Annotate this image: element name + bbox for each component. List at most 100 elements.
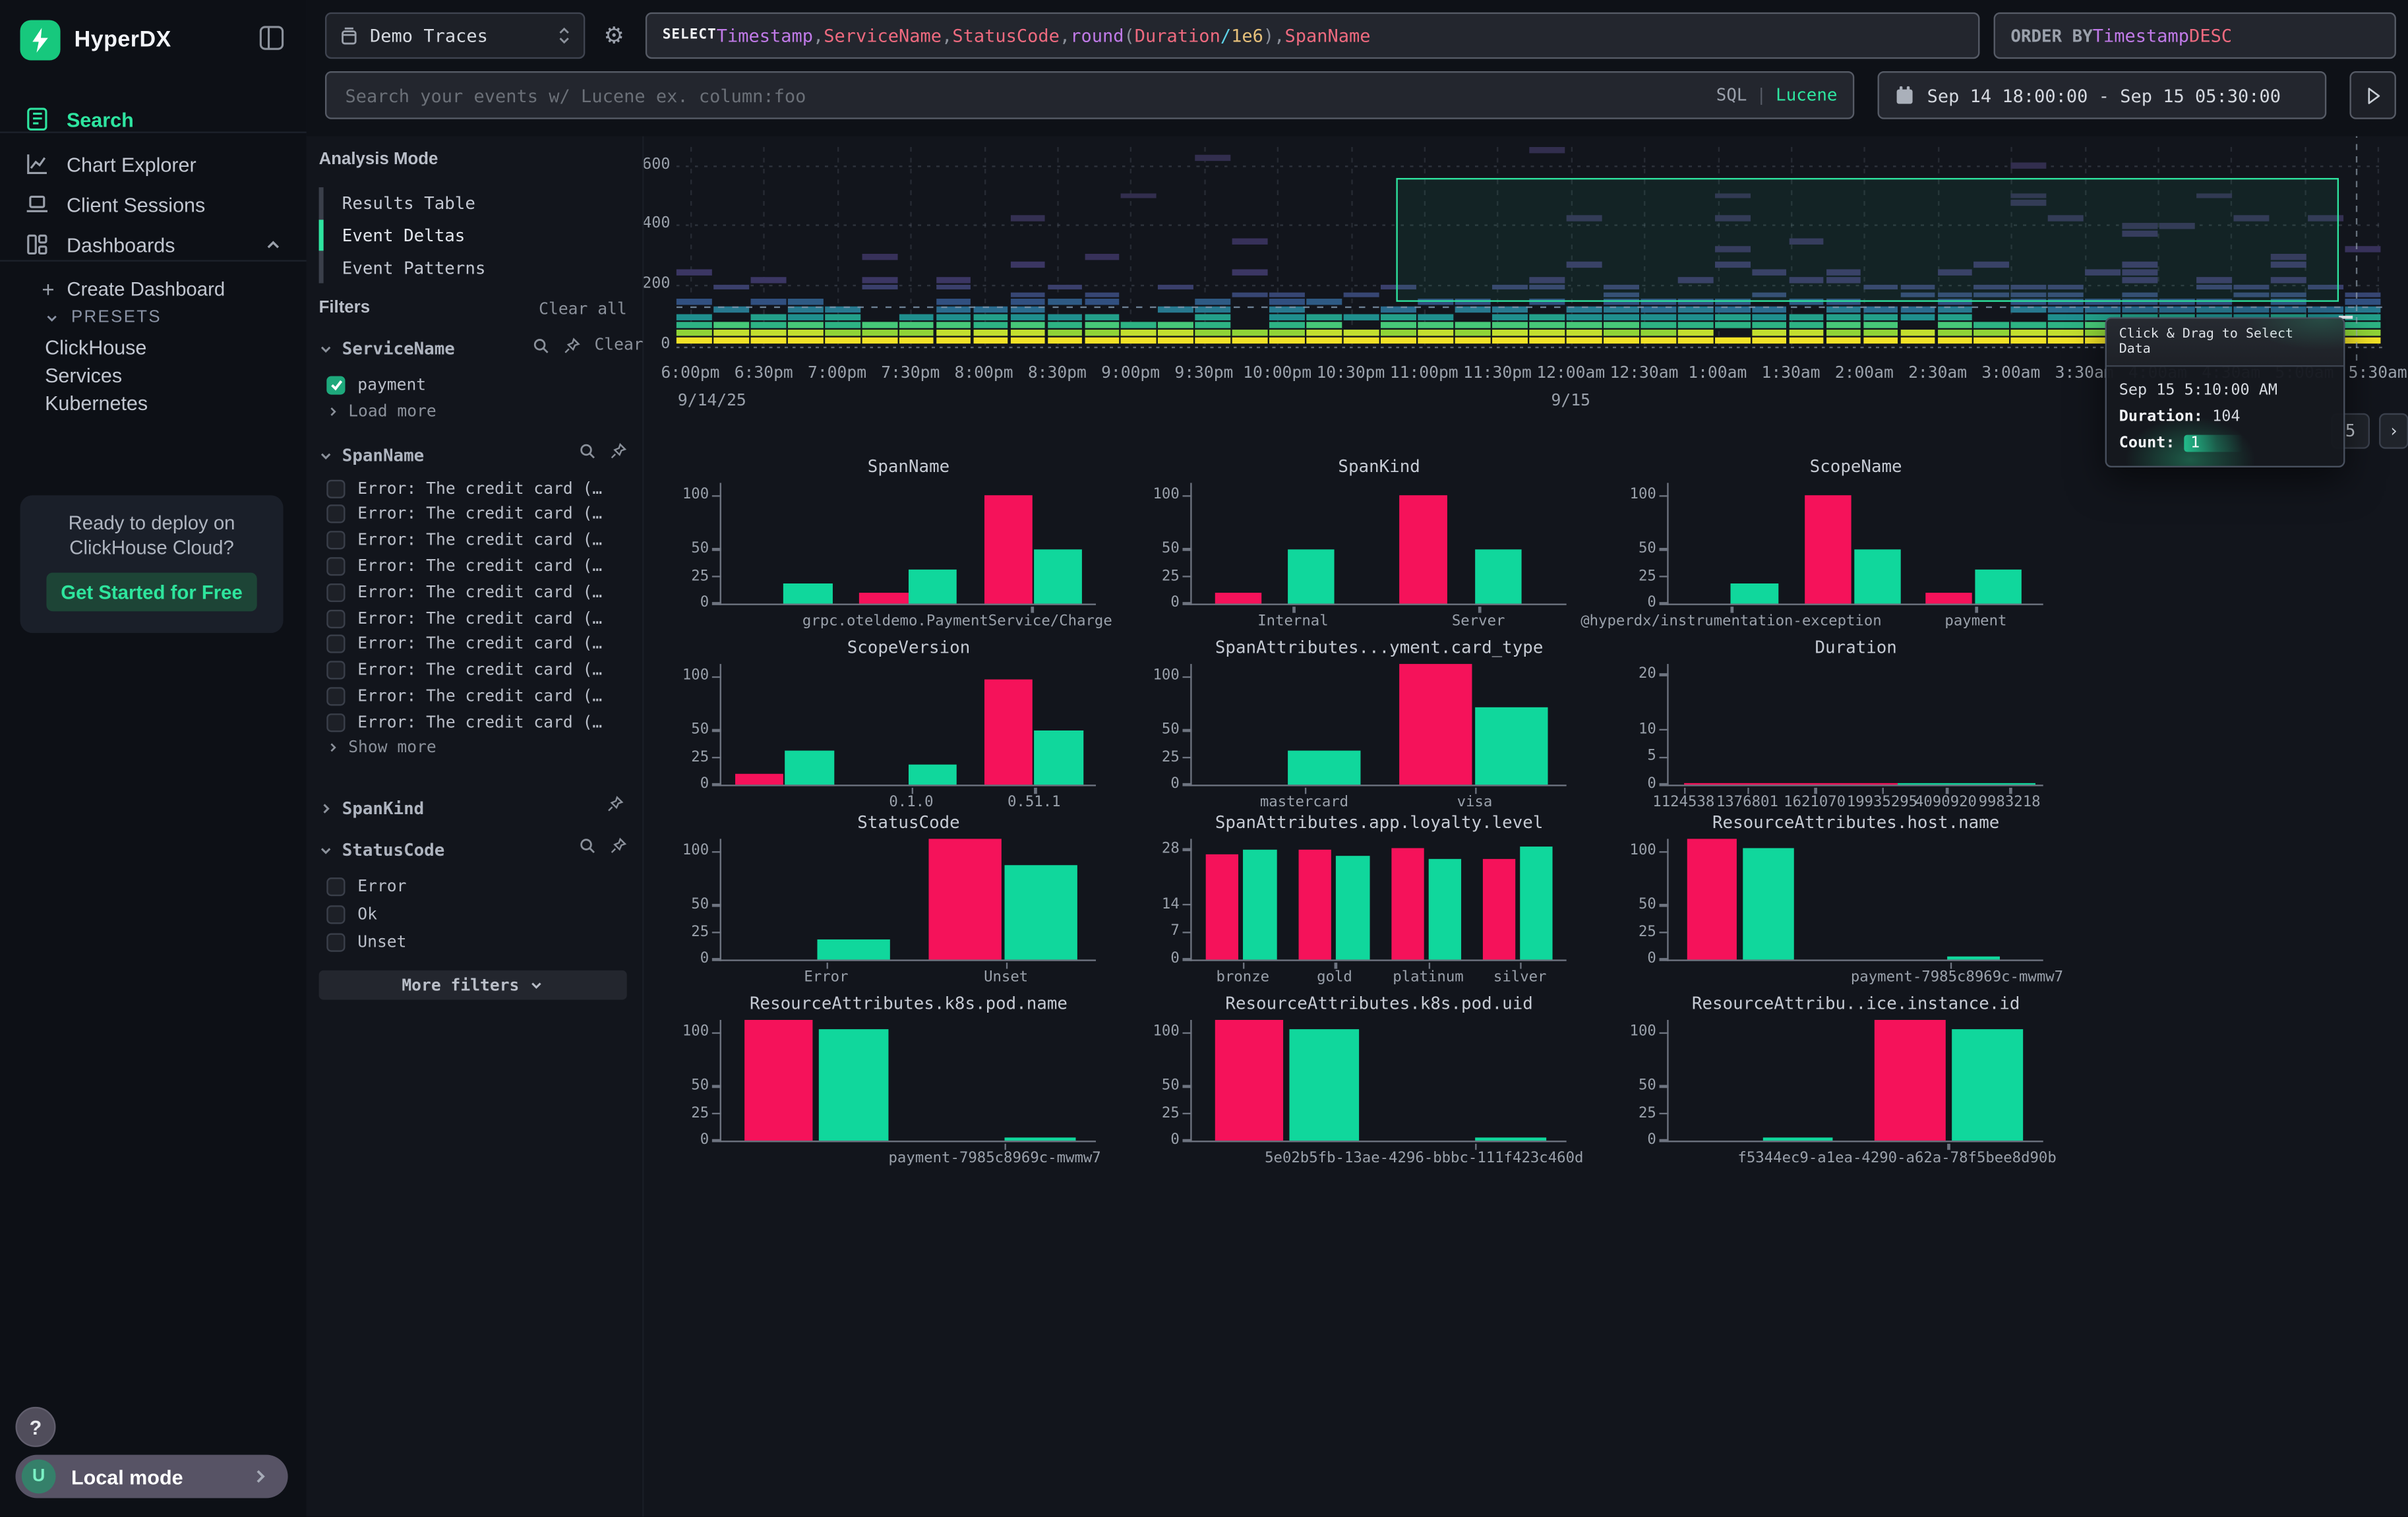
chart-resourceattributes-k8s-pod-name: ResourceAttributes.k8s.pod.name02550100p… [720, 1020, 1096, 1142]
search-icon[interactable] [579, 442, 596, 460]
sidebar-item-dashboards[interactable]: Dashboards [0, 224, 307, 264]
filter-option-spanname[interactable]: Error: The credit card (… [326, 529, 628, 552]
sidebar-item-label: Client Sessions [67, 193, 205, 216]
pin-icon[interactable] [607, 796, 624, 813]
x-tick [1731, 606, 1733, 612]
presets-toggle[interactable]: PRESETS [45, 308, 162, 326]
clear-all-filters-button[interactable]: Clear all [539, 300, 627, 318]
order-by-editor[interactable]: ORDER BY Timestamp DESC [1994, 13, 2396, 59]
bar [1474, 1138, 1546, 1141]
sql-mode-option[interactable]: SQL [1716, 85, 1747, 105]
main-content: 02004006006:00pm6:30pm7:00pm7:30pm8:00pm… [644, 136, 2408, 1517]
filter-group-spankind[interactable]: SpanKind [319, 796, 632, 821]
bar [1482, 860, 1515, 960]
clear-group-button[interactable]: Clear [594, 336, 643, 354]
checkbox-icon[interactable] [326, 505, 345, 523]
y-tick-label: 50 [653, 1077, 709, 1094]
filter-option-spanname[interactable]: Error: The credit card (… [326, 477, 628, 500]
checkbox-icon[interactable] [326, 905, 345, 923]
sidebar-item-services[interactable]: Services [45, 364, 122, 387]
checkbox-icon[interactable] [326, 531, 345, 549]
checkbox-icon[interactable] [326, 661, 345, 680]
search-icon[interactable] [533, 337, 550, 354]
analysis-mode-results-table[interactable]: Results Table [324, 187, 626, 218]
x-tick [1948, 1143, 1950, 1149]
filter-option-label: Error: The credit card (… [357, 583, 602, 601]
bar [1743, 848, 1793, 959]
y-tick [1660, 1086, 1669, 1088]
checkbox-icon[interactable] [326, 932, 345, 951]
search-input[interactable] [342, 83, 1716, 108]
collapse-sidebar-icon[interactable] [258, 25, 285, 51]
checkbox-icon[interactable] [326, 557, 345, 576]
filter-option-spanname[interactable]: Error: The credit card (… [326, 685, 628, 708]
filter-option-error[interactable]: Error [326, 874, 628, 897]
bar [818, 940, 891, 959]
hyperdx-logo-icon[interactable] [20, 20, 61, 61]
y-tick-label: 0 [1124, 950, 1180, 967]
checkbox-checked-icon[interactable] [326, 375, 345, 394]
pin-icon[interactable] [563, 337, 580, 354]
sidebar-item-clickhouse[interactable]: ClickHouse [45, 336, 146, 359]
filter-option-spanname[interactable]: Error: The credit card (… [326, 607, 628, 630]
app-title[interactable]: HyperDX [75, 28, 171, 53]
checkbox-icon[interactable] [326, 479, 345, 498]
mode-rail-active [319, 220, 323, 251]
y-tick-label: 0 [653, 1131, 709, 1148]
x-tick-label: payment-7985c8969c-mwmw7 [1851, 969, 2063, 986]
more-filters-button[interactable]: More filters [319, 970, 627, 1000]
filter-option-ok[interactable]: Ok [326, 903, 628, 926]
pin-icon[interactable] [610, 442, 627, 460]
bar [819, 1030, 888, 1141]
bar [1391, 848, 1424, 959]
time-range-value: Sep 14 18:00:00 - Sep 15 05:30:00 [1927, 84, 2281, 106]
filter-group-label: SpanName [342, 445, 424, 465]
sql-select-editor[interactable]: SELECT Timestamp, ServiceName, StatusCod… [646, 13, 1980, 59]
help-button[interactable]: ? [15, 1407, 55, 1447]
bar [1952, 1030, 2023, 1141]
chevron-right-icon [326, 741, 339, 754]
y-tick-label: 50 [1600, 1077, 1656, 1094]
run-query-button[interactable] [2350, 71, 2396, 119]
filter-option-unset[interactable]: Unset [326, 930, 628, 953]
create-dashboard-button[interactable]: + Create Dashboard [42, 277, 225, 302]
y-tick-label: 14 [1124, 895, 1180, 912]
filter-option-label: Error: The credit card (… [357, 713, 602, 731]
filter-option-spanname[interactable]: Error: The credit card (… [326, 659, 628, 682]
sidebar-item-kubernetes[interactable]: Kubernetes [45, 392, 148, 415]
get-started-button[interactable]: Get Started for Free [46, 573, 256, 612]
pin-icon[interactable] [610, 837, 627, 854]
sidebar-item-client-sessions[interactable]: Client Sessions [0, 184, 307, 224]
gear-icon[interactable]: ⚙ [604, 22, 625, 49]
filter-option-spanname[interactable]: Error: The credit card (… [326, 711, 628, 734]
checkbox-icon[interactable] [326, 635, 345, 653]
filter-option-spanname[interactable]: Error: The credit card (… [326, 633, 628, 656]
bar [1288, 752, 1362, 785]
checkbox-icon[interactable] [326, 583, 345, 601]
filter-option-spanname[interactable]: Error: The credit card (… [326, 554, 628, 578]
checkbox-icon[interactable] [326, 713, 345, 731]
filter-option-spanname[interactable]: Error: The credit card (… [326, 502, 628, 525]
search-icon[interactable] [579, 837, 596, 854]
checkbox-icon[interactable] [326, 609, 345, 628]
sidebar-item-search[interactable]: Search [0, 99, 307, 139]
filter-option-spanname[interactable]: Error: The credit card (… [326, 581, 628, 604]
lucene-mode-option[interactable]: Lucene [1776, 85, 1837, 105]
filter-option-payment[interactable]: payment [326, 373, 628, 396]
checkbox-icon[interactable] [326, 877, 345, 895]
query-token: Duration [1135, 25, 1220, 47]
time-range-picker[interactable]: Sep 14 18:00:00 - Sep 15 05:30:00 [1878, 71, 2327, 119]
source-select[interactable]: Demo Traces [325, 13, 585, 59]
analysis-mode-event-deltas[interactable]: Event Deltas [324, 220, 626, 251]
query-language-toggle[interactable]: SQL | Lucene [1716, 85, 1838, 105]
show-more-button[interactable]: Show more [326, 738, 436, 757]
bar [1925, 593, 1972, 603]
filter-option-label: Error [357, 877, 406, 895]
load-more-button[interactable]: Load more [326, 402, 436, 421]
y-tick [1182, 1112, 1191, 1115]
analysis-mode-event-patterns[interactable]: Event Patterns [324, 253, 626, 283]
x-tick-label: 9983218 [1979, 794, 2041, 811]
checkbox-icon[interactable] [326, 687, 345, 705]
local-mode-menu[interactable]: U Local mode [15, 1455, 287, 1499]
sidebar-item-chart-explorer[interactable]: Chart Explorer [0, 144, 307, 184]
